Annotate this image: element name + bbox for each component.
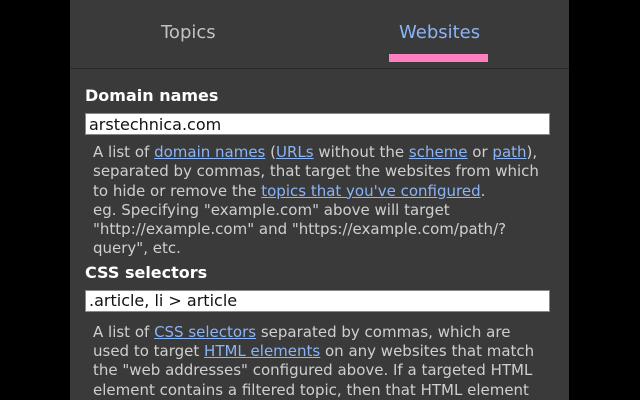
scheme-link[interactable]: scheme [409,143,468,161]
text: query", etc. [93,239,181,258]
text: or [467,143,493,161]
urls-link[interactable]: URLs [276,143,314,161]
tab-websites[interactable]: Websites [399,22,480,43]
active-tab-indicator [389,54,488,62]
css-selectors-input[interactable] [85,289,550,312]
html-elements-link[interactable]: HTML elements [204,342,320,360]
domain-names-input[interactable] [85,113,550,135]
text: on any websites that match [320,342,535,361]
tab-bar: Topics Websites [70,0,569,69]
text: ), [526,143,538,161]
text: . [480,181,486,200]
text: separated by commas, which are [256,322,511,341]
text: the "web addresses" configured above. If… [93,361,533,380]
text: element contains a filtered topic, then … [93,380,529,399]
topics-configured-link[interactable]: topics that you've configured [261,182,480,200]
css-selectors-description: A list of CSS selectors separated by com… [93,323,555,400]
text: to hide or remove the [93,181,262,200]
text: without the [313,143,409,161]
text: used to target [93,342,205,361]
tab-topics[interactable]: Topics [161,22,216,43]
css-selectors-link[interactable]: CSS selectors [154,323,256,341]
text: ( [265,143,276,161]
text: A list of [93,143,155,161]
text: eg. Specifying "example.com" above will … [93,200,450,219]
text: separated by commas, that target the web… [93,162,539,181]
text: A list of [93,322,155,341]
options-panel: Topics Websites Domain names A list of d… [70,0,569,400]
domain-names-link[interactable]: domain names [154,143,265,161]
websites-form: Domain names A list of domain names (URL… [85,86,555,400]
text: "http://example.com" and "https://exampl… [93,220,507,239]
domain-names-label: Domain names [85,86,219,105]
domain-names-description: A list of domain names (URLs without the… [93,143,555,259]
path-link[interactable]: path [492,143,526,161]
css-selectors-label: CSS selectors [85,262,208,282]
